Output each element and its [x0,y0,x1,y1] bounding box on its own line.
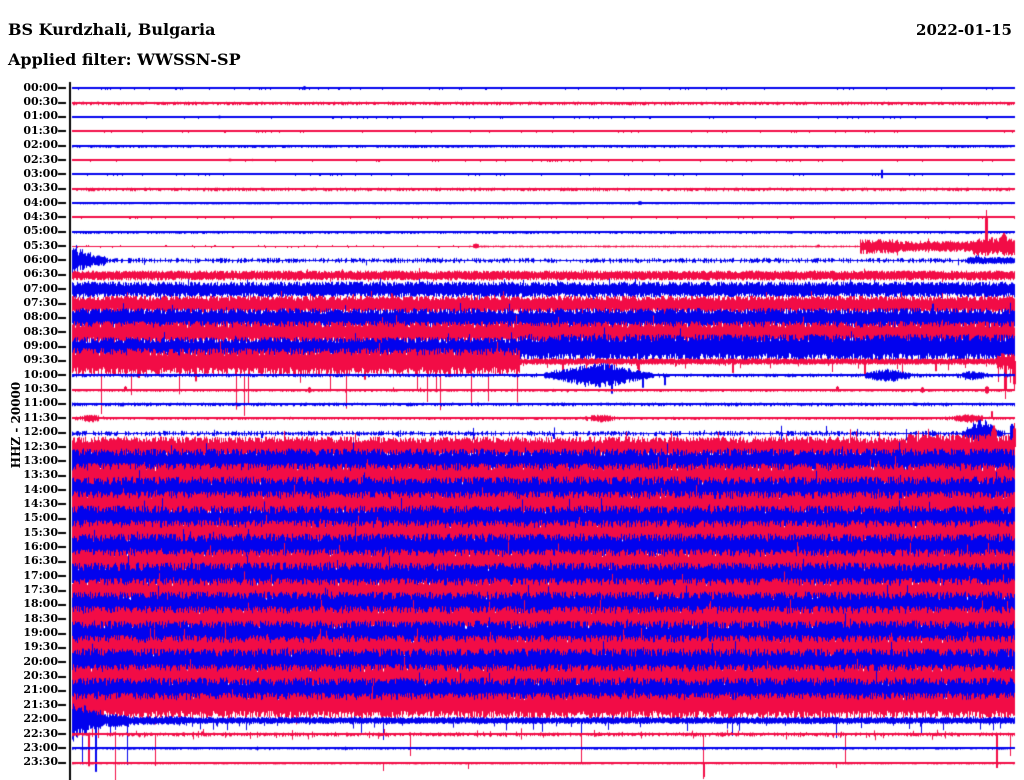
time-label: 12:00 [23,425,58,439]
time-label: 18:30 [23,611,58,625]
time-label: 23:00 [23,740,58,754]
time-label: 07:30 [23,296,58,310]
time-label: 10:00 [23,367,58,381]
time-label: 04:30 [23,209,58,223]
time-label: 11:30 [23,410,58,424]
applied-filter-label: Applied filter: WWSSN-SP [8,50,241,69]
time-label: 00:00 [23,80,58,94]
time-label: 06:00 [23,252,58,266]
time-label: 03:00 [23,166,58,180]
time-label: 07:00 [23,281,58,295]
time-label: 11:00 [23,396,58,410]
time-label: 13:00 [23,453,58,467]
time-label: 19:30 [23,640,58,654]
time-label: 02:30 [23,152,58,166]
time-label: 15:30 [23,525,58,539]
time-label: 04:00 [23,195,58,209]
time-label: 13:30 [23,468,58,482]
station-title: BS Kurdzhali, Bulgaria [8,20,216,39]
helicorder-page: BS Kurdzhali, Bulgaria Applied filter: W… [0,0,1024,780]
time-label: 00:30 [23,95,58,109]
time-label: 20:00 [23,654,58,668]
time-label: 21:30 [23,697,58,711]
seismogram-canvas [0,0,1024,780]
time-label: 17:00 [23,568,58,582]
time-label: 21:00 [23,683,58,697]
time-label: 08:00 [23,310,58,324]
time-label: 05:30 [23,238,58,252]
time-label: 09:00 [23,339,58,353]
time-label: 08:30 [23,324,58,338]
time-label: 02:00 [23,138,58,152]
time-label: 16:30 [23,554,58,568]
time-label: 14:30 [23,496,58,510]
time-label: 18:00 [23,597,58,611]
time-label: 09:30 [23,353,58,367]
time-label: 01:00 [23,109,58,123]
time-label: 03:30 [23,181,58,195]
time-label: 14:00 [23,482,58,496]
time-label: 17:30 [23,583,58,596]
date-label: 2022-01-15 [916,21,1012,39]
time-label: 19:00 [23,626,58,640]
time-label: 22:30 [23,726,58,740]
time-label: 20:30 [23,669,58,683]
time-label: 22:00 [23,712,58,726]
time-label: 23:30 [23,755,58,769]
time-label: 10:30 [23,382,58,396]
time-label: 06:30 [23,267,58,281]
time-label: 12:30 [23,439,58,453]
time-label: 01:30 [23,123,58,137]
time-label: 05:00 [23,224,58,238]
time-label: 16:00 [23,539,58,553]
time-label: 15:00 [23,511,58,525]
